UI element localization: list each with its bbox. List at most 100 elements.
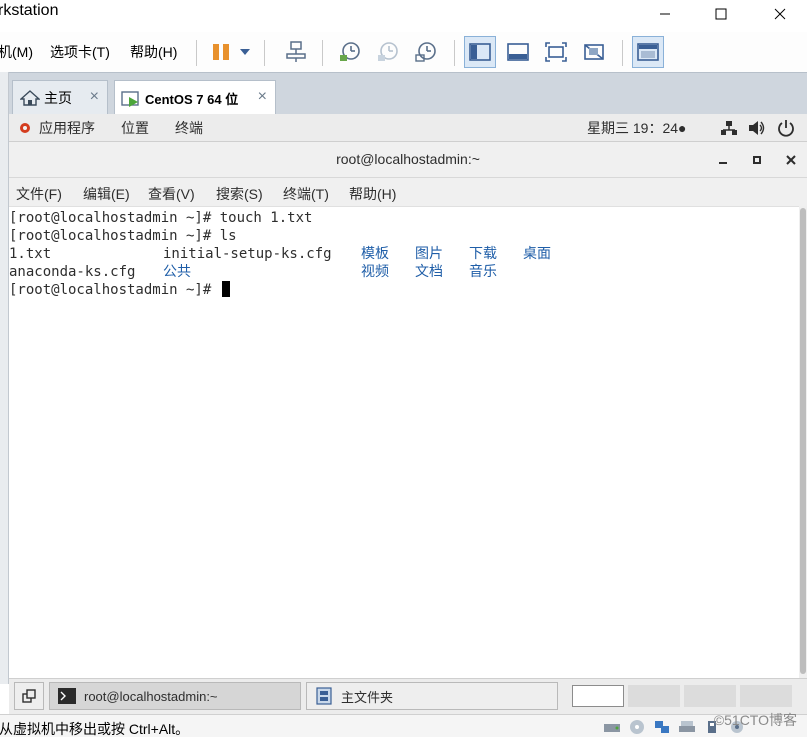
terminal-maximize-button[interactable] bbox=[746, 150, 768, 170]
vm-running-icon bbox=[121, 91, 139, 107]
close-icon bbox=[774, 8, 786, 20]
send-ctrl-alt-del-button[interactable] bbox=[280, 36, 312, 68]
terminal-title: root@localhostadmin:~ bbox=[336, 151, 480, 167]
terminal-menu-edit[interactable]: 编辑(E) bbox=[83, 184, 130, 204]
revert-snapshot-button[interactable] bbox=[372, 36, 404, 68]
thumbnail-bar-button[interactable] bbox=[502, 36, 534, 68]
toolbar-divider bbox=[622, 40, 623, 66]
show-library-button[interactable] bbox=[464, 36, 496, 68]
terminal-scrollbar[interactable] bbox=[799, 206, 807, 678]
printer-icon bbox=[679, 721, 695, 732]
minimize-button[interactable] bbox=[642, 0, 688, 28]
volume-icon bbox=[749, 121, 765, 135]
network-icon bbox=[286, 41, 306, 62]
network-wired-icon bbox=[721, 121, 737, 135]
applications-menu[interactable]: 应用程序 bbox=[39, 118, 95, 138]
menu-vm[interactable]: 机(M) bbox=[0, 42, 33, 62]
workspace-4[interactable] bbox=[740, 685, 792, 707]
ls-entry-directory: 视频 bbox=[361, 264, 389, 280]
unity-button[interactable] bbox=[578, 36, 610, 68]
terminal-menu-help[interactable]: 帮助(H) bbox=[349, 184, 396, 204]
workspace-1[interactable] bbox=[572, 685, 624, 707]
terminal-titlebar: root@localhostadmin:~ bbox=[9, 142, 807, 178]
gnome-taskbar: root@localhostadmin:~ 主文件夹 bbox=[9, 678, 807, 714]
power-dropdown[interactable] bbox=[234, 36, 256, 68]
tab-centos-label: CentOS 7 64 位 bbox=[145, 91, 239, 107]
sidebar-view-icon bbox=[469, 43, 491, 61]
show-desktop-button[interactable] bbox=[14, 682, 44, 710]
status-hint: 从虚拟机中移出或按 Ctrl+Alt。 bbox=[0, 721, 190, 737]
tab-centos-close-icon[interactable]: × bbox=[258, 88, 267, 106]
terminal-prompt-line: [root@localhostadmin ~]# bbox=[9, 281, 230, 299]
console-view-button[interactable] bbox=[632, 36, 664, 68]
terminal-icon bbox=[58, 688, 76, 704]
workspace-3[interactable] bbox=[684, 685, 736, 707]
terminal-line: [root@localhostadmin ~]# touch 1.txt bbox=[9, 210, 313, 226]
vmware-tab-strip: 主页 × CentOS 7 64 位 × bbox=[0, 72, 807, 115]
vmware-status-bar: 从虚拟机中移出或按 Ctrl+Alt。 bbox=[0, 714, 807, 737]
terminal-prompt: [root@localhostadmin ~]# bbox=[9, 282, 220, 298]
ls-entry-directory: 文档 bbox=[415, 264, 443, 280]
menu-tabs[interactable]: 选项卡(T) bbox=[50, 42, 110, 62]
vmware-toolbar: 机(M) 选项卡(T) 帮助(H) bbox=[0, 32, 807, 72]
fullscreen-icon bbox=[545, 42, 567, 62]
console-view-icon bbox=[637, 43, 659, 61]
terminal-minimize-button[interactable] bbox=[712, 150, 734, 170]
snapshot-manager-icon bbox=[415, 42, 436, 62]
pause-icon bbox=[213, 44, 229, 60]
maximize-icon bbox=[753, 156, 761, 164]
toolbar-divider bbox=[454, 40, 455, 66]
gnome-foot-icon bbox=[20, 123, 30, 133]
taskbar-files-label: 主文件夹 bbox=[341, 689, 394, 705]
minimize-icon bbox=[660, 13, 670, 15]
cd-drive-icon bbox=[630, 720, 644, 734]
minimize-icon bbox=[719, 162, 727, 164]
snapshot-icon bbox=[340, 42, 360, 61]
terminal-menu-view[interactable]: 查看(V) bbox=[148, 184, 195, 204]
ls-entry-file: 1.txt bbox=[9, 246, 52, 262]
close-icon bbox=[786, 155, 796, 165]
ls-entry-directory: 图片 bbox=[415, 246, 443, 262]
menu-help[interactable]: 帮助(H) bbox=[130, 42, 177, 62]
revert-snapshot-icon bbox=[378, 42, 398, 61]
maximize-button[interactable] bbox=[698, 0, 744, 28]
tab-home[interactable]: 主页 × bbox=[12, 80, 108, 115]
full-screen-button[interactable] bbox=[540, 36, 572, 68]
taskbar-terminal[interactable]: root@localhostadmin:~ bbox=[49, 682, 301, 710]
snapshot-button[interactable] bbox=[334, 36, 366, 68]
scrollbar-thumb[interactable] bbox=[800, 208, 806, 674]
ls-entry-directory: 音乐 bbox=[469, 264, 497, 280]
tab-centos[interactable]: CentOS 7 64 位 × bbox=[114, 80, 276, 115]
ls-entry-directory: 模板 bbox=[361, 246, 389, 262]
tab-home-close-icon[interactable]: × bbox=[90, 88, 99, 106]
terminal-output[interactable]: [root@localhostadmin ~]# touch 1.txt [ro… bbox=[9, 206, 799, 678]
pause-button[interactable] bbox=[205, 36, 237, 68]
tab-home-label: 主页 bbox=[44, 90, 72, 106]
window-title: rkstation bbox=[0, 2, 59, 19]
terminal-line: [root@localhostadmin ~]# ls bbox=[9, 228, 237, 244]
show-desktop-icon bbox=[22, 689, 36, 703]
terminal-menu-search[interactable]: 搜索(S) bbox=[216, 184, 263, 204]
ls-entry-directory: 公共 bbox=[163, 264, 191, 280]
snapshot-manager-button[interactable] bbox=[410, 36, 442, 68]
taskbar-terminal-label: root@localhostadmin:~ bbox=[84, 688, 218, 704]
vmware-titlebar: rkstation bbox=[0, 0, 807, 32]
ls-entry-file: anaconda-ks.cfg bbox=[9, 264, 136, 280]
taskbar-files[interactable]: 主文件夹 bbox=[306, 682, 558, 710]
terminal-menu-file[interactable]: 文件(F) bbox=[16, 184, 62, 204]
terminal-close-button[interactable] bbox=[780, 150, 802, 170]
toolbar-divider bbox=[322, 40, 323, 66]
toolbar-divider bbox=[196, 40, 197, 66]
terminal-menu[interactable]: 终端 bbox=[175, 118, 203, 138]
chevron-down-icon bbox=[240, 49, 250, 55]
places-menu[interactable]: 位置 bbox=[121, 118, 149, 138]
workspace-2[interactable] bbox=[628, 685, 680, 707]
ls-entry-file: initial-setup-ks.cfg bbox=[163, 246, 332, 262]
maximize-icon bbox=[715, 8, 727, 20]
close-button[interactable] bbox=[757, 0, 803, 28]
terminal-menu-terminal[interactable]: 终端(T) bbox=[283, 184, 329, 204]
clock[interactable]: 星期三 19：24● bbox=[587, 118, 687, 138]
hard-disk-icon bbox=[604, 724, 620, 732]
vmware-left-gutter bbox=[0, 72, 9, 684]
network-adapter-icon bbox=[655, 721, 669, 733]
